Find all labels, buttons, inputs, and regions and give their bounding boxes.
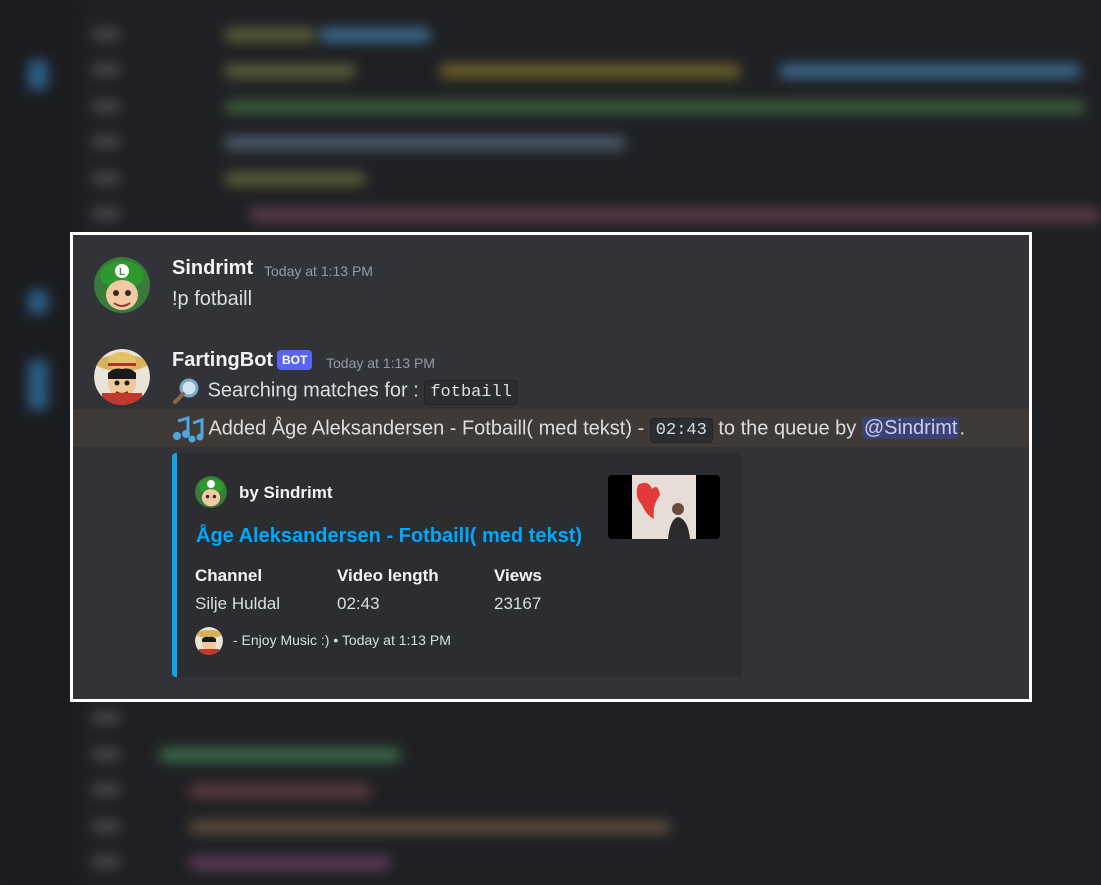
- embed-author-avatar: [195, 476, 227, 508]
- code-line: [160, 748, 400, 762]
- code-line: [190, 856, 390, 870]
- code-line: [190, 784, 370, 798]
- editor-activity-marker: [28, 360, 48, 410]
- line-number: [92, 208, 120, 220]
- code-line: [190, 820, 670, 834]
- code-line: [250, 208, 1100, 222]
- line-number: [92, 784, 120, 796]
- period: .: [959, 417, 966, 440]
- discord-chat-panel: L Sindrimt Today at 1:13 PM !p fotbaill …: [70, 232, 1032, 702]
- field-name-video-length: Video length: [337, 566, 439, 585]
- code-line: [225, 100, 1085, 114]
- svg-text:L: L: [119, 267, 125, 278]
- code-line: [225, 28, 315, 42]
- footer-text: - Enjoy Music :): [233, 632, 330, 648]
- field-value-channel: Silje Huldal: [195, 594, 281, 613]
- field-value-views: 23167: [494, 594, 542, 613]
- user-mention[interactable]: @Sindrimt: [861, 417, 960, 440]
- field-name-views: Views: [494, 566, 542, 585]
- embed-footer: - Enjoy Music :) • Today at 1:13 PM: [233, 632, 451, 648]
- field-value-video-length: 02:43: [337, 594, 380, 613]
- code-line: [440, 64, 740, 78]
- music-notes-icon: [172, 415, 204, 443]
- line-number: [92, 820, 120, 832]
- code-line: [780, 64, 1080, 78]
- line-number: [92, 856, 120, 868]
- field-name-channel: Channel: [195, 566, 263, 585]
- footer-separator: •: [333, 632, 339, 648]
- line-number: [92, 64, 120, 76]
- line-number: [92, 136, 120, 148]
- message-username[interactable]: FartingBot: [172, 349, 273, 372]
- search-line: Searching matches for : fotbaill: [172, 377, 518, 406]
- message-timestamp: Today at 1:13 PM: [326, 355, 435, 371]
- search-query-code: fotbaill: [424, 380, 518, 406]
- magnifying-glass-icon: [172, 377, 202, 405]
- added-to-queue-line: Added Åge Aleksandersen - Fotbaill( med …: [172, 415, 966, 444]
- footer-avatar: [195, 627, 223, 655]
- message-text: !p fotbaill: [172, 288, 253, 310]
- message-username[interactable]: Sindrimt: [172, 257, 253, 280]
- line-number: [92, 712, 120, 724]
- embed-title-link[interactable]: Åge Aleksandersen - Fotbaill( med tekst): [196, 525, 582, 548]
- footer-time: Today at 1:13 PM: [341, 632, 451, 648]
- editor-activity-marker: [28, 60, 48, 90]
- code-line: [225, 64, 355, 78]
- added-suffix: to the queue by: [718, 417, 857, 440]
- code-line: [320, 28, 430, 42]
- added-prefix: Added Åge Aleksandersen - Fotbaill( med …: [208, 417, 645, 440]
- sindrimt-avatar[interactable]: L: [94, 257, 150, 313]
- line-number: [92, 748, 120, 760]
- editor-gutter: [0, 0, 80, 885]
- line-number: [92, 172, 120, 184]
- code-line: [225, 136, 625, 150]
- code-line: [225, 172, 365, 186]
- bot-badge: BOT: [277, 350, 313, 370]
- video-thumbnail[interactable]: [608, 475, 720, 539]
- message-timestamp: Today at 1:13 PM: [264, 263, 373, 279]
- editor-activity-marker: [28, 290, 48, 314]
- duration-code: 02:43: [649, 418, 713, 444]
- search-prefix: Searching matches for :: [207, 379, 419, 402]
- embed-author-name: by Sindrimt: [239, 483, 333, 502]
- line-number: [92, 28, 120, 40]
- fartingbot-avatar[interactable]: [94, 349, 150, 405]
- line-number: [92, 100, 120, 112]
